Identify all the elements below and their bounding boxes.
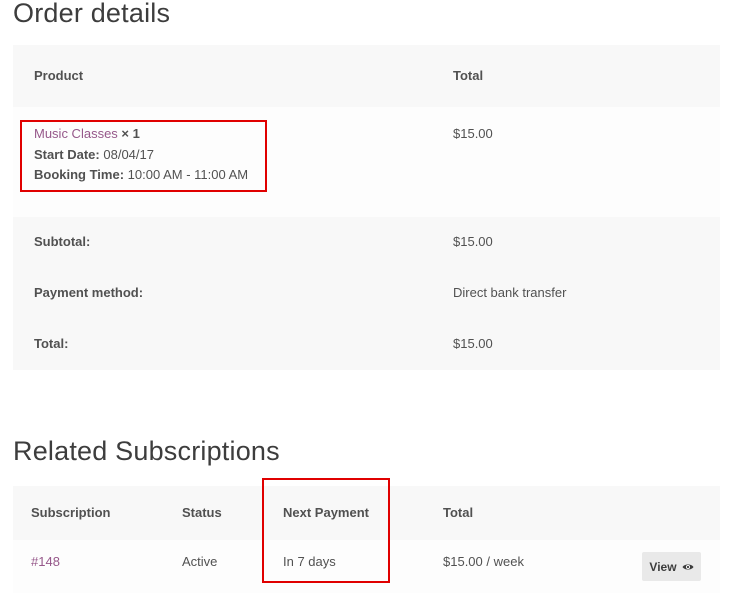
subtotal-label: Subtotal:: [34, 234, 91, 249]
item-total: $15.00: [453, 126, 493, 141]
header-product: Product: [34, 68, 84, 83]
payment-method-value: Direct bank transfer: [453, 285, 567, 300]
header-status: Status: [182, 505, 222, 520]
subscription-status: Active: [182, 554, 218, 569]
highlight-box-booking: [20, 120, 267, 192]
header-total: Total: [453, 68, 484, 83]
subscription-total: $15.00 / week: [443, 554, 524, 569]
header-total: Total: [443, 505, 474, 520]
order-details-title: Order details: [13, 0, 171, 28]
total-value: $15.00: [453, 336, 493, 351]
eye-icon: [682, 563, 694, 570]
subscription-link[interactable]: #148: [31, 554, 60, 569]
payment-method-label: Payment method:: [34, 285, 144, 300]
highlight-box-next-payment: [262, 478, 390, 583]
order-totals: Subtotal: $15.00 Payment method: Direct …: [13, 217, 720, 370]
header-subscription: Subscription: [31, 505, 111, 520]
order-details-table: Product Total Music Classes × 1 Start Da…: [13, 45, 720, 370]
view-label: View: [649, 559, 677, 574]
related-subscriptions-title: Related Subscriptions: [13, 436, 280, 466]
view-subscription-button[interactable]: View: [642, 552, 701, 581]
total-label: Total:: [34, 336, 69, 351]
order-table-header: Product Total: [13, 45, 720, 107]
subtotal-value: $15.00: [453, 234, 493, 249]
